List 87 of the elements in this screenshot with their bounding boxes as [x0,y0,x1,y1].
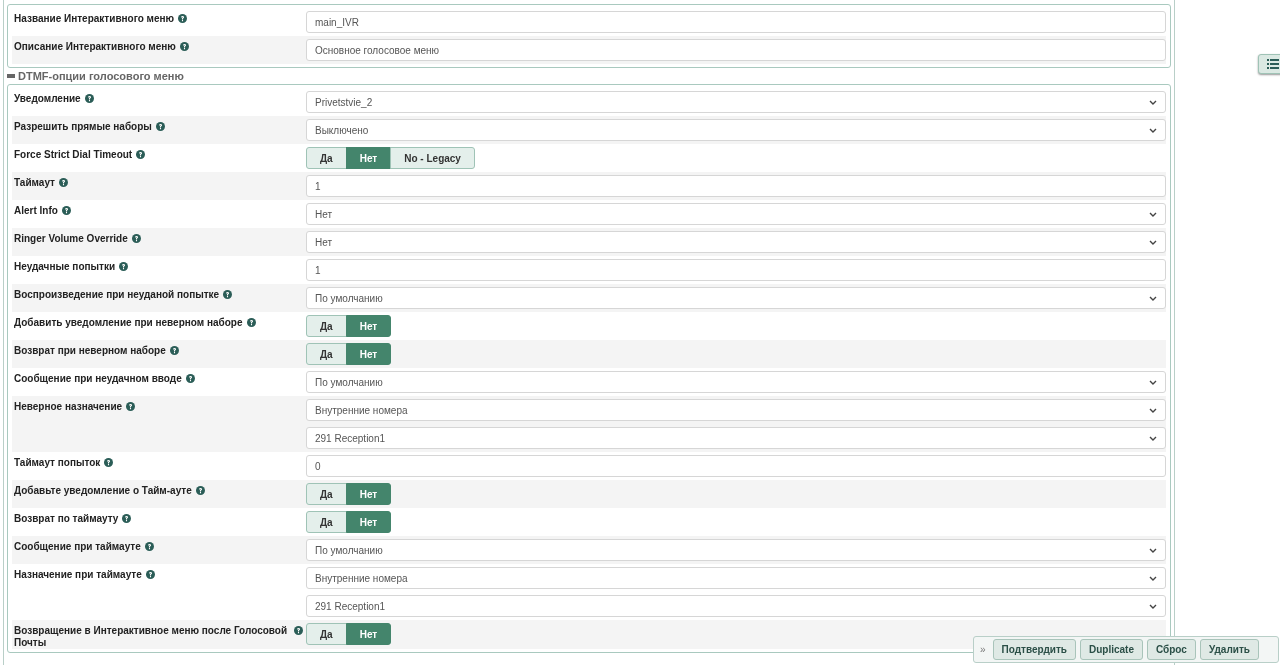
toggle-option[interactable]: Да [306,315,347,337]
field-label: Возвращение в Интерактивное меню после Голосовой Почты [14,625,289,649]
help-icon[interactable] [59,178,68,187]
field-label: Название Интерактивного меню [14,13,175,25]
help-icon[interactable] [145,570,155,579]
select-field[interactable]: По умолчанию [306,371,1166,393]
toggle-option[interactable]: Нет [345,511,392,533]
help-icon[interactable] [155,122,165,131]
help-icon[interactable] [104,458,114,467]
help-icon[interactable] [223,290,233,299]
select-field[interactable]: Внутренние номера [306,567,1166,589]
action-button[interactable]: Удалить [1199,639,1259,660]
field-label: Ringer Volume Override [14,233,128,245]
chevron-icon [1149,127,1157,133]
select-field[interactable]: 291 Reception1 [306,595,1166,617]
text-field[interactable]: 0 [306,455,1166,477]
select-field[interactable]: Внутренние номера [306,399,1166,421]
chevron-icon [1149,211,1157,217]
help-icon[interactable] [122,514,132,523]
help-icon[interactable] [179,42,189,51]
field-label: Таймаут [14,177,55,189]
section-title: DTMF-опции голосового меню [18,70,184,82]
select-field[interactable]: Выключено [306,119,1166,141]
text-field[interactable]: 1 [306,259,1166,281]
toggle-option[interactable]: No - Legacy [390,147,475,169]
field-label: Возврат при неверном наборе [14,345,166,357]
help-icon[interactable] [178,14,188,23]
field-label: Разрешить прямые наборы [14,121,152,133]
toggle-option[interactable]: Нет [345,343,392,365]
select-field[interactable]: По умолчанию [306,287,1166,309]
list-icon[interactable] [1258,54,1280,74]
field-label: Сообщение при неудачном вводе [14,373,182,385]
help-icon[interactable] [294,626,303,635]
action-button[interactable]: Подтвердить [992,639,1076,660]
help-icon[interactable] [195,486,205,495]
chevron-icon [1149,603,1157,609]
action-button[interactable]: Duplicate [1079,639,1143,660]
help-icon[interactable] [185,374,195,383]
toggle-option[interactable]: Нет [345,315,392,337]
text-field[interactable]: main_IVR [306,11,1166,33]
field-label: Воспроизведение при неуданой попытке [14,289,220,301]
select-field[interactable]: Privetstvie_2 [306,91,1166,113]
help-icon[interactable] [131,234,141,243]
help-icon[interactable] [136,150,146,159]
text-field[interactable]: Основное голосовое меню [306,39,1166,61]
select-field[interactable]: По умолчанию [306,539,1166,561]
field-label: Alert Info [14,205,58,217]
field-label: Неверное назначение [14,401,123,413]
field-label: Описание Интерактивного меню [14,41,176,53]
field-label: Возврат по таймауту [14,513,119,525]
chevron-icon [1149,99,1157,105]
field-label: Неудачные попытки [14,261,116,273]
chevron-icon [1149,575,1157,581]
chevron-icon [1149,547,1157,553]
field-label: Назначение при таймауте [14,569,142,581]
help-icon[interactable] [119,262,129,271]
toggle-option[interactable]: Нет [345,147,392,169]
text-field[interactable]: 1 [306,175,1166,197]
toggle-option[interactable]: Да [306,483,347,505]
help-icon[interactable] [61,206,71,215]
chevron-icon [1149,407,1157,413]
toggle-option[interactable]: Да [306,623,347,645]
field-label: Сообщение при таймауте [14,541,141,553]
chevron-icon [1149,435,1157,441]
field-label: Уведомление [14,93,81,105]
toggle-option[interactable]: Да [306,147,347,169]
toggle-option[interactable]: Да [306,511,347,533]
field-label: Добавьте уведомление о Тайм-ауте [14,485,192,497]
help-icon[interactable] [246,318,256,327]
select-field[interactable]: Нет [306,231,1166,253]
help-icon[interactable] [84,94,94,103]
select-field[interactable]: 291 Reception1 [306,427,1166,449]
chevron-icon [1149,379,1157,385]
field-label: Добавить уведомление при неверном наборе [14,317,243,329]
field-label: Таймаут попыток [14,457,101,469]
select-field[interactable]: Нет [306,203,1166,225]
field-label: Force Strict Dial Timeout [14,149,133,161]
action-button[interactable]: Сброс [1146,639,1196,660]
expand-toggle[interactable]: » [980,644,986,655]
toggle-option[interactable]: Нет [345,623,392,645]
toggle-option[interactable]: Нет [345,483,392,505]
chevron-icon [1149,295,1157,301]
help-icon[interactable] [169,346,179,355]
chevron-icon [1149,239,1157,245]
help-icon[interactable] [144,542,154,551]
toggle-option[interactable]: Да [306,343,347,365]
help-icon[interactable] [126,402,136,411]
